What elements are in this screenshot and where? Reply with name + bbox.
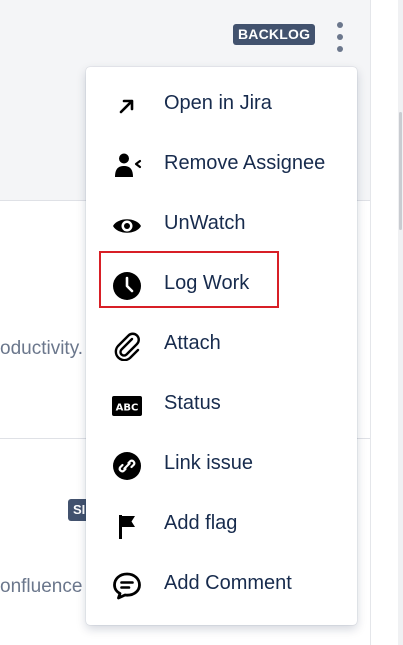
comment-icon bbox=[112, 571, 142, 601]
clock-icon bbox=[112, 271, 142, 301]
menu-item-remove-assignee[interactable]: Remove Assignee bbox=[86, 135, 357, 195]
paperclip-icon bbox=[112, 331, 142, 361]
scrollbar-thumb[interactable] bbox=[399, 112, 402, 230]
menu-item-unwatch[interactable]: UnWatch bbox=[86, 195, 357, 255]
more-dot bbox=[337, 34, 343, 40]
issue-description-fragment-2: onfluence bbox=[0, 576, 83, 597]
menu-item-label: Add Comment bbox=[164, 572, 292, 594]
menu-item-add-flag[interactable]: Add flag bbox=[86, 495, 357, 555]
link-icon bbox=[112, 451, 142, 481]
menu-item-label: Attach bbox=[164, 332, 221, 354]
scrollbar-track[interactable] bbox=[398, 0, 403, 645]
menu-item-status[interactable]: ABC Status bbox=[86, 375, 357, 435]
remove-user-icon bbox=[112, 151, 142, 181]
arrow-up-right-icon bbox=[112, 91, 142, 121]
menu-item-link-issue[interactable]: Link issue bbox=[86, 435, 357, 495]
menu-item-label: Link issue bbox=[164, 452, 253, 474]
menu-item-label: Status bbox=[164, 392, 221, 414]
menu-item-label: UnWatch bbox=[164, 212, 246, 234]
menu-item-label: Open in Jira bbox=[164, 92, 272, 114]
eye-icon bbox=[112, 211, 142, 241]
menu-item-add-comment[interactable]: Add Comment bbox=[86, 555, 357, 615]
issue-description-fragment: oductivity. bbox=[0, 338, 84, 359]
flag-icon bbox=[112, 511, 142, 541]
more-options-button[interactable] bbox=[332, 22, 348, 52]
status-badge: BACKLOG bbox=[233, 24, 316, 45]
menu-item-open-in-jira[interactable]: Open in Jira bbox=[86, 75, 357, 135]
menu-item-log-work[interactable]: Log Work bbox=[86, 255, 357, 315]
context-menu: Open in Jira Remove Assignee UnWatch Log… bbox=[86, 67, 357, 625]
more-dot bbox=[337, 22, 343, 28]
abc-icon: ABC bbox=[112, 391, 142, 421]
more-dot bbox=[337, 46, 343, 52]
menu-item-label: Remove Assignee bbox=[164, 152, 326, 174]
menu-item-label: Log Work bbox=[164, 272, 250, 294]
menu-item-label: Add flag bbox=[164, 512, 238, 534]
menu-item-attach[interactable]: Attach bbox=[86, 315, 357, 375]
svg-text:ABC: ABC bbox=[116, 403, 139, 414]
